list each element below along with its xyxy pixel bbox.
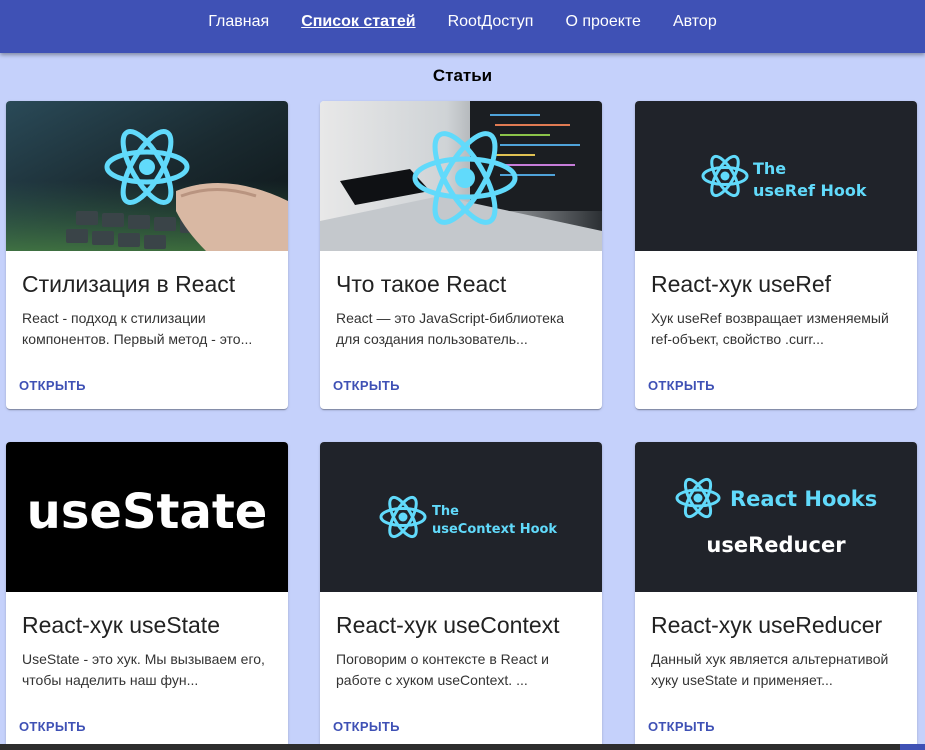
card-title: Стилизация в React (22, 271, 236, 297)
page-title: Статьи (432, 66, 493, 85)
article-card: useState React-хук useState UseState - э… (6, 442, 288, 750)
open-button[interactable]: ОТКРЫТЬ (648, 719, 715, 734)
open-button[interactable]: ОТКРЫТЬ (333, 719, 400, 734)
card-description: Хук useRef возвращает изменяемый ref-объ… (651, 310, 889, 347)
card-title: React-хук useReducer (651, 612, 883, 638)
article-card: The useContext Hook React-хук useContext… (320, 442, 602, 750)
card-image-react-laptop (320, 101, 602, 251)
svg-text:useRef Hook: useRef Hook (753, 181, 867, 200)
card-image-usestate: useState (6, 442, 288, 592)
card-image-useref-hook: The useRef Hook (635, 101, 917, 251)
card-description: React - подход к стилизации компонентов.… (22, 310, 253, 347)
card-description: Поговорим о контексте в React и работе с… (336, 651, 549, 688)
svg-text:React Hooks: React Hooks (730, 487, 877, 511)
nav-link-home[interactable]: Главная (192, 14, 285, 30)
article-card: Что такое React React — это JavaScript-б… (320, 101, 602, 409)
card-description: React — это JavaScript-библиотека для со… (336, 310, 565, 347)
nav-link-rootaccess[interactable]: RootДоступ (432, 14, 550, 30)
svg-text:useState: useState (27, 484, 268, 540)
top-nav-bar: Главная Список статей RootДоступ О проек… (0, 0, 925, 53)
article-card: The useRef Hook React-хук useRef Хук use… (635, 101, 917, 409)
scrollbar-thumb[interactable] (900, 744, 925, 750)
article-card: Стилизация в React React - подход к стил… (6, 101, 288, 409)
card-image-react-keyboard (6, 101, 288, 251)
card-title: React-хук useRef (651, 271, 832, 297)
card-description: Данный хук является альтернативой хуку u… (651, 651, 889, 688)
article-card: React Hooks useReducer React-хук useRedu… (635, 442, 917, 750)
card-title: Что такое React (336, 271, 507, 297)
svg-text:useContext Hook: useContext Hook (432, 522, 557, 537)
nav-link-author[interactable]: Автор (657, 14, 733, 30)
card-title: React-хук useContext (336, 612, 560, 638)
open-button[interactable]: ОТКРЫТЬ (333, 378, 400, 393)
svg-text:The: The (753, 159, 786, 178)
card-description: UseState - это хук. Мы вызываем его, что… (22, 651, 265, 688)
nav-link-about[interactable]: О проекте (549, 14, 656, 30)
open-button[interactable]: ОТКРЫТЬ (648, 378, 715, 393)
svg-text:The: The (432, 504, 459, 519)
nav-link-articles[interactable]: Список статей (285, 14, 431, 30)
horizontal-scrollbar[interactable] (0, 744, 925, 750)
card-image-react-hooks-usereducer: React Hooks useReducer (635, 442, 917, 592)
card-image-usecontext-hook: The useContext Hook (320, 442, 602, 592)
card-title: React-хук useState (22, 612, 220, 638)
open-button[interactable]: ОТКРЫТЬ (19, 719, 86, 734)
svg-text:useReducer: useReducer (706, 533, 846, 557)
open-button[interactable]: ОТКРЫТЬ (19, 378, 86, 393)
